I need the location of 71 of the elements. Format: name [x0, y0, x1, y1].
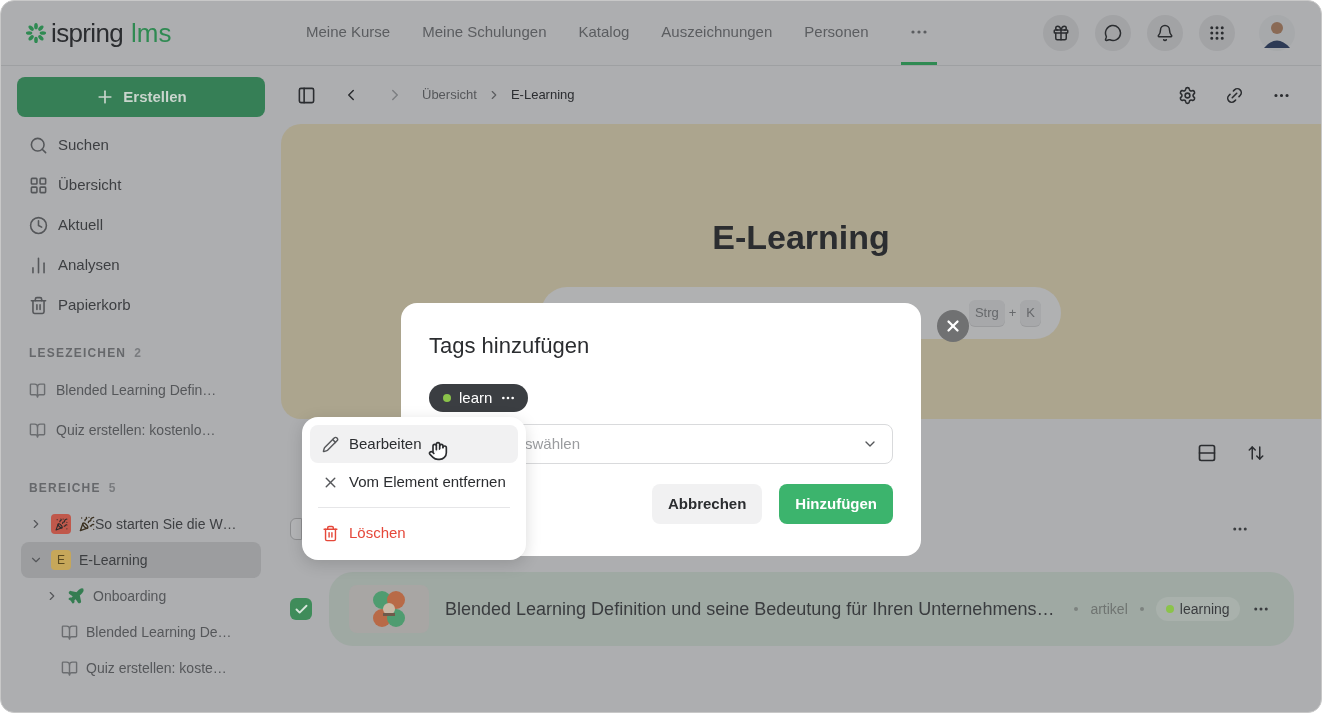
tree-item-label: So starten Sie die W… [95, 514, 237, 534]
nav-tab[interactable]: Personen [804, 1, 869, 65]
nav-tab[interactable]: Auszeichnungen [661, 1, 773, 65]
page-title: E-Learning [712, 217, 890, 258]
section-title: LESEZEICHEN [29, 345, 127, 362]
party-popper-icon [79, 516, 95, 532]
tree-item-label: Blended Learning De… [86, 622, 232, 642]
chat-icon[interactable] [1095, 15, 1131, 51]
avatar[interactable] [1259, 15, 1295, 51]
breadcrumb-item[interactable]: Übersicht [422, 85, 477, 105]
nav-tab[interactable]: Katalog [578, 1, 630, 65]
trash-icon [322, 524, 339, 542]
pencil-icon [322, 435, 339, 453]
tree-item[interactable]: Blended Learning De… [21, 614, 261, 650]
tree-item[interactable]: So starten Sie die W… [21, 506, 261, 542]
sidebar-toggle-icon[interactable] [297, 85, 316, 105]
pointer-cursor-icon [428, 441, 448, 461]
logo-accent: lms [131, 16, 172, 50]
book-icon [29, 421, 46, 439]
more-icon [910, 29, 927, 34]
sidebar-item[interactable]: Analysen [17, 245, 265, 285]
bookmark-item[interactable]: Quiz erstellen: kostenlo… [17, 410, 265, 450]
apps-icon[interactable] [1199, 15, 1235, 51]
space-badge: E [51, 550, 71, 570]
tree-item[interactable]: Onboarding [21, 578, 261, 614]
key: K [1020, 300, 1041, 326]
row-checkbox[interactable] [290, 518, 302, 540]
bookmark-item[interactable]: Blended Learning Defin… [17, 370, 265, 410]
sidebar-item[interactable]: Papierkorb [17, 285, 265, 325]
section-title: BEREICHE [29, 480, 101, 497]
tree-item-label: E-Learning [79, 550, 148, 570]
add-button[interactable]: Hinzufügen [779, 484, 893, 524]
gift-icon[interactable] [1043, 15, 1079, 51]
row-title: Blended Learning Definition und seine Bedeutung für Ihren Unternehmens… [445, 597, 1055, 621]
search-icon [29, 135, 48, 155]
logo-text: ispring [51, 16, 124, 50]
sidebar-item[interactable]: Aktuell [17, 205, 265, 245]
clock-icon [29, 215, 48, 235]
dialog-title: Tags hinzufügen [429, 332, 591, 360]
tag-chip[interactable]: learning [1155, 597, 1240, 621]
cancel-button[interactable]: Abbrechen [652, 484, 763, 524]
sort-icon[interactable] [1247, 444, 1265, 462]
logo-icon [25, 22, 47, 44]
tree-item[interactable]: Quiz erstellen: koste… [21, 650, 261, 686]
bar-chart-icon [29, 255, 48, 275]
nav-tab[interactable]: Meine Kurse [306, 1, 391, 65]
book-icon [61, 623, 78, 641]
grid-icon [29, 175, 48, 195]
plane-icon [67, 587, 85, 605]
bell-icon[interactable] [1147, 15, 1183, 51]
layout-icon[interactable] [1197, 443, 1217, 463]
shortcut-plus: + [1008, 304, 1017, 323]
row-checkbox[interactable] [290, 598, 312, 620]
menu-item[interactable]: Löschen [310, 514, 518, 552]
menu-item[interactable]: Vom Element entfernen [310, 463, 518, 501]
trash-icon [29, 295, 48, 315]
breadcrumb-item: E-Learning [510, 86, 575, 105]
book-icon [61, 659, 78, 677]
nav-tab[interactable]: Meine Schulungen [422, 1, 547, 65]
tree-item-label: Quiz erstellen: koste… [86, 658, 227, 678]
menu-item[interactable]: Bearbeiten [310, 425, 518, 463]
create-button[interactable]: Erstellen [17, 77, 265, 117]
close-icon [944, 317, 962, 335]
key: Strg [968, 300, 1005, 326]
settings-icon[interactable] [1178, 85, 1197, 105]
tree-item-label: Onboarding [93, 586, 167, 606]
tree-item[interactable]: E E-Learning [21, 542, 261, 578]
book-icon [29, 381, 46, 399]
sidebar-item[interactable]: Suchen [17, 125, 265, 165]
tag-chip[interactable]: learn [429, 384, 529, 412]
sidebar-item[interactable]: Übersicht [17, 165, 265, 205]
